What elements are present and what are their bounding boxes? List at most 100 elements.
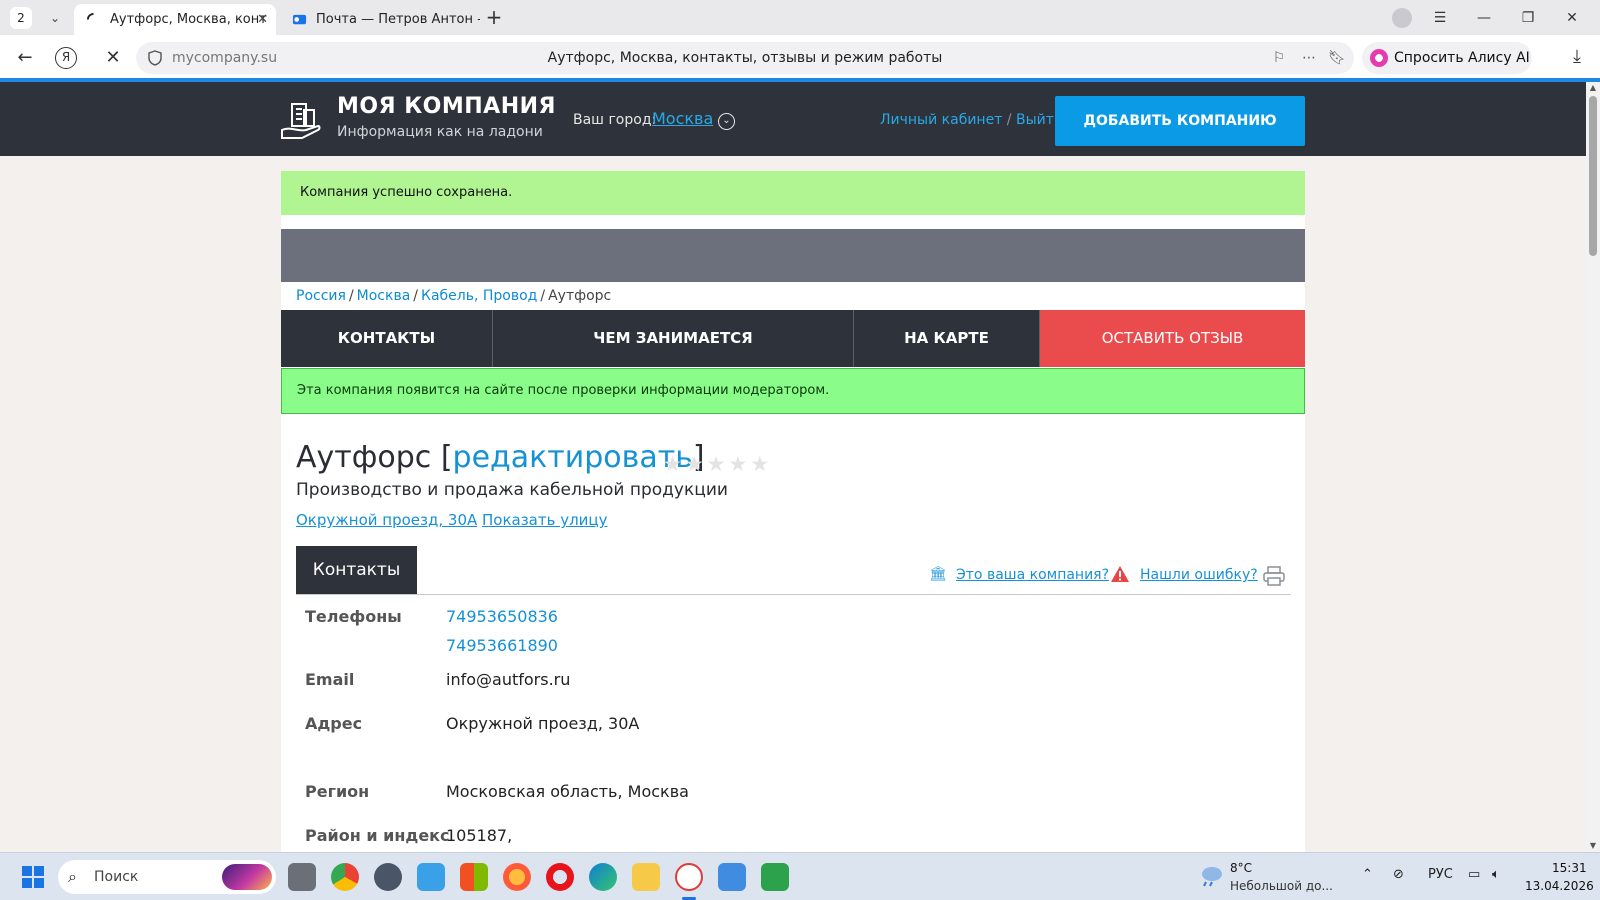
- page-scrollbar[interactable]: ▲ ▼: [1586, 82, 1600, 852]
- task-view-icon[interactable]: [288, 863, 316, 891]
- link-separator: /: [1006, 112, 1016, 128]
- opera-icon[interactable]: [546, 863, 574, 891]
- new-tab-plus-icon[interactable]: +: [482, 6, 506, 30]
- firefox-icon[interactable]: [503, 863, 531, 891]
- star-icon[interactable]: ★: [685, 452, 707, 476]
- bookmark-icon[interactable]: 🔖︎: [1328, 49, 1346, 67]
- company-page: Россия / Москва / Кабель, Провод / Аутфорс КОН…: [281, 282, 1305, 852]
- site-logo-title[interactable]: МОЯ КОМПАНИЯ: [337, 94, 556, 119]
- report-error-link[interactable]: Нашли ошибку?: [1140, 567, 1258, 583]
- tab-list-chevron-icon[interactable]: ⌄: [44, 7, 66, 29]
- chrome-icon[interactable]: [331, 863, 359, 891]
- weather-description[interactable]: Небольшой до...: [1230, 879, 1333, 893]
- district-index-label: Район и индекс: [305, 826, 450, 845]
- breadcrumb-link-country[interactable]: Россия: [296, 288, 346, 304]
- star-icon[interactable]: ★: [750, 452, 772, 476]
- city-link[interactable]: Москва: [652, 109, 713, 128]
- profile-avatar-icon[interactable]: [1392, 8, 1412, 28]
- rating-stars[interactable]: ★★★★★: [663, 452, 772, 476]
- search-highlight-image: [222, 864, 272, 890]
- city-label: Ваш город:: [573, 112, 657, 128]
- breadcrumb-separator: /: [348, 288, 354, 304]
- scroll-up-icon[interactable]: ▲: [1586, 82, 1600, 94]
- edge-icon[interactable]: [589, 863, 617, 891]
- bank-building-icon: 🏛︎: [929, 566, 947, 582]
- taskbar-search[interactable]: ⌕ Поиск: [58, 860, 276, 894]
- warning-icon: [1111, 566, 1129, 582]
- clock-date[interactable]: 13.04.2026: [1525, 879, 1594, 893]
- ask-alice-label: Спросить Алису AI: [1394, 50, 1530, 66]
- print-icon[interactable]: [1263, 566, 1285, 586]
- network-off-icon[interactable]: ⊘: [1393, 867, 1404, 882]
- display-icon[interactable]: ▭: [1468, 867, 1480, 882]
- phone-link[interactable]: 74953661890: [446, 636, 558, 655]
- address-link[interactable]: Окружной проезд, 30А: [296, 511, 477, 529]
- language-indicator[interactable]: РУС: [1428, 867, 1453, 882]
- search-icon: ⌕: [68, 867, 77, 886]
- account-links: Личный кабинет / Выйти: [880, 112, 1063, 128]
- file-explorer-icon[interactable]: [632, 863, 660, 891]
- cloud-rain-icon: [1202, 867, 1222, 887]
- add-company-button[interactable]: ДОБАВИТЬ КОМПАНИЮ: [1055, 96, 1305, 146]
- browser-tab-mail[interactable]: Почта — Петров Антон —: [280, 4, 480, 35]
- email-label: Email: [305, 670, 355, 689]
- star-icon[interactable]: ★: [707, 452, 729, 476]
- scroll-down-icon[interactable]: ▼: [1586, 840, 1600, 852]
- restore-icon[interactable]: ❐: [1516, 6, 1540, 30]
- site-logo-subtitle: Информация как на ладони: [337, 124, 543, 140]
- leave-review-button[interactable]: ОСТАВИТЬ ОТЗЫВ: [1040, 310, 1305, 367]
- company-cover-banner: [281, 229, 1305, 282]
- personal-cabinet-link[interactable]: Личный кабинет: [880, 112, 1002, 128]
- tab-title: Аутфорс, Москва, конт: [110, 12, 267, 27]
- yandex-logo-icon[interactable]: Я: [55, 47, 77, 69]
- translate-icon[interactable]: ⚐: [1270, 49, 1288, 67]
- tab-close-icon[interactable]: ✕: [257, 4, 268, 35]
- menu-on-map[interactable]: НА КАРТЕ: [854, 310, 1040, 367]
- success-notice: Компания успешно сохранена.: [281, 171, 1305, 215]
- tab-contacts[interactable]: Контакты: [296, 546, 417, 594]
- browser-tab-active[interactable]: Аутфорс, Москва, конт ✕: [74, 4, 276, 35]
- volume-icon[interactable]: 🔈︎: [1492, 867, 1500, 882]
- district-index-value: 105187,: [446, 826, 513, 845]
- scrollbar-thumb[interactable]: [1589, 96, 1597, 256]
- company-title: Аутфорс [редактировать]: [296, 440, 705, 475]
- chevron-down-icon[interactable]: ⌄: [718, 113, 735, 130]
- menu-activities[interactable]: ЧЕМ ЗАНИМАЕТСЯ: [493, 310, 854, 367]
- ask-alice-button[interactable]: Спросить Алису AI: [1362, 42, 1532, 74]
- close-window-icon[interactable]: ✕: [1560, 6, 1584, 30]
- back-arrow-icon[interactable]: ←: [12, 45, 38, 71]
- clock-time[interactable]: 15:31: [1552, 861, 1587, 875]
- browser-menu-icon[interactable]: ☰: [1428, 6, 1452, 30]
- more-dots-icon[interactable]: ⋯: [1300, 49, 1318, 67]
- stop-loading-icon[interactable]: ✕: [100, 45, 126, 71]
- phones-label: Телефоны: [305, 607, 402, 626]
- breadcrumb-link-city[interactable]: Москва: [357, 288, 411, 304]
- yandex-browser-icon[interactable]: [675, 863, 703, 891]
- edit-company-link[interactable]: редактировать: [453, 440, 693, 475]
- windows-start-icon[interactable]: [22, 866, 44, 888]
- tab-count-button[interactable]: 2: [10, 7, 32, 29]
- app-icon[interactable]: [417, 863, 445, 891]
- settings-gear-icon[interactable]: [374, 863, 402, 891]
- download-icon[interactable]: ⤓: [1565, 45, 1589, 69]
- url-field[interactable]: mycompany.su Аутфорс, Москва, контакты, …: [136, 42, 1354, 74]
- phone-link[interactable]: 74953650836: [446, 607, 558, 626]
- breadcrumb-link-category[interactable]: Кабель, Провод: [421, 288, 537, 304]
- star-icon[interactable]: ★: [663, 452, 685, 476]
- search-placeholder: Поиск: [94, 869, 139, 885]
- show-street-link[interactable]: Показать улицу: [482, 511, 608, 529]
- company-menu: КОНТАКТЫ ЧЕМ ЗАНИМАЕТСЯ НА КАРТЕ ОСТАВИТ…: [281, 310, 1305, 367]
- weather-temperature[interactable]: 8°C: [1230, 861, 1252, 875]
- region-value: Московская область, Москва: [446, 782, 689, 801]
- menu-contacts[interactable]: КОНТАКТЫ: [281, 310, 493, 367]
- spreadsheet-icon[interactable]: [761, 863, 789, 891]
- breadcrumb-separator: /: [540, 288, 546, 304]
- building-hand-logo-icon[interactable]: [280, 98, 322, 140]
- store-icon[interactable]: [460, 863, 488, 891]
- star-icon[interactable]: ★: [728, 452, 750, 476]
- chevron-up-icon[interactable]: ⌃: [1362, 867, 1373, 882]
- claim-company-link[interactable]: Это ваша компания?: [956, 567, 1109, 583]
- email-value: info@autfors.ru: [446, 670, 571, 689]
- minimize-icon[interactable]: —: [1472, 6, 1496, 30]
- notepad-icon[interactable]: [718, 863, 746, 891]
